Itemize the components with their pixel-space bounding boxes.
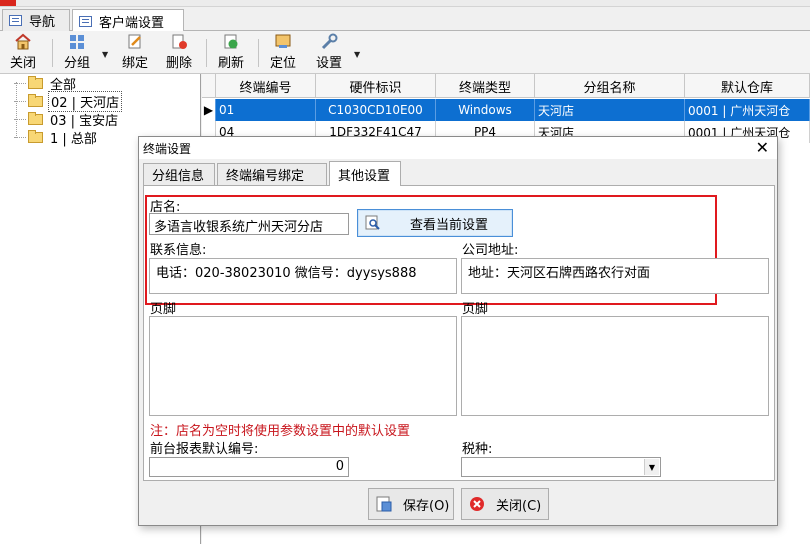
list-icon [79,15,92,27]
magnifier-icon [365,215,380,230]
tab-label: 客户端设置 [99,15,165,31]
settings-button[interactable]: 设置 [316,33,342,71]
column-header[interactable]: 默认仓库 [685,74,810,98]
table-row[interactable]: ▶ 01 C1030CD10E00 Windows 天河店 0001 | 广州天… [202,99,810,121]
column-header[interactable]: 终端类型 [436,74,535,98]
store-name-input[interactable]: 多语言收银系统广州天河分店 [149,213,349,235]
row-indicator-header [202,74,216,98]
address-label: 公司地址: [462,243,519,258]
contact-textarea[interactable]: 电话：020-38023010 微信号：dyysys888 [149,258,457,294]
view-current-settings-button[interactable]: 查看当前设置 [357,209,513,237]
app-logo-icon [0,0,16,6]
list-icon [9,15,22,26]
column-header[interactable]: 终端编号 [216,74,316,98]
bind-button[interactable]: 绑定 [122,33,148,71]
address-textarea[interactable]: 地址：天河区石牌西路农行对面 [461,258,769,294]
note-text: 注：店名为空时将使用参数设置中的默认设置 [150,424,411,439]
tab-group-info[interactable]: 分组信息 [143,163,215,185]
cell: 01 [216,99,316,121]
report-number-label: 前台报表默认编号: [150,442,259,457]
wrench-icon [321,33,338,50]
save-button[interactable]: 保存(O) [368,488,454,520]
folder-icon [28,129,43,143]
delete-doc-icon [172,34,187,49]
footer-label: 页脚 [462,302,489,317]
tab-bar: 导航 客户端设置 [0,7,810,32]
tab-label: 导航 [29,15,56,30]
report-number-input[interactable]: 0 [149,457,349,477]
footer-label: 页脚 [150,302,177,317]
refresh-button[interactable]: 刷新 [218,33,244,71]
tab-other-settings[interactable]: 其他设置 [329,161,401,186]
tree-item-hq[interactable]: 1 | 总部 [28,128,99,147]
contact-label: 联系信息: [150,243,207,258]
menu-bar-strip [0,0,810,7]
delete-button[interactable]: 删除 [166,33,192,71]
dialog-button-bar: 保存(O) 关闭(C) [139,481,777,525]
tree-item-baoan[interactable]: 03 | 宝安店 [28,110,120,129]
footer-textarea-left[interactable] [149,316,457,416]
grid-icon [70,35,84,49]
edit-icon [128,34,141,49]
cell: Windows [436,99,535,121]
column-header[interactable]: 硬件标识 [316,74,436,98]
tree-item-tianhe[interactable]: 02 | 天河店 [28,90,123,112]
tab-navigation[interactable]: 导航 [2,9,70,31]
folder-icon [28,111,43,125]
chevron-down-icon[interactable]: ▼ [354,50,360,59]
locate-button[interactable]: 定位 [270,33,296,71]
cancel-icon [470,497,484,511]
home-icon [15,33,31,50]
chevron-down-icon[interactable]: ▼ [102,50,108,59]
other-settings-panel: 店名: 多语言收银系统广州天河分店 查看当前设置 联系信息: 电话：020-38… [143,185,775,481]
refresh-icon [224,34,238,49]
cell: 天河店 [535,99,685,121]
tab-client-settings[interactable]: 客户端设置 [72,9,184,32]
grid-header: 终端编号 硬件标识 终端类型 分组名称 默认仓库 [202,74,810,98]
folder-icon [28,93,43,107]
close-icon[interactable]: ✕ [756,139,769,157]
locate-icon [275,34,291,48]
close-button[interactable]: 关闭 [10,33,36,71]
tax-type-label: 税种: [462,442,493,457]
dialog-title: 终端设置 [139,137,777,159]
chevron-down-icon[interactable]: ▼ [644,459,659,475]
column-header[interactable]: 分组名称 [535,74,685,98]
terminal-settings-dialog: 终端设置 ✕ 分组信息 终端编号绑定 其他设置 店名: 多语言收银系统广州天河分… [138,136,778,526]
row-pointer-icon: ▶ [202,99,216,121]
save-icon [376,496,392,512]
tree-item-all[interactable]: 全部 [28,74,78,93]
toolbar: 关闭 分组 ▼ 绑定 删除 刷新 定位 设置 ▼ [0,31,810,74]
group-button[interactable]: 分组 [64,33,90,71]
tax-type-select[interactable]: ▼ [461,457,661,477]
tab-terminal-binding[interactable]: 终端编号绑定 [217,163,327,185]
folder-icon [28,75,43,89]
footer-textarea-right[interactable] [461,316,769,416]
cell: 0001 | 广州天河仓 [685,99,810,121]
cell: C1030CD10E00 [316,99,436,121]
close-dialog-button[interactable]: 关闭(C) [461,488,549,520]
